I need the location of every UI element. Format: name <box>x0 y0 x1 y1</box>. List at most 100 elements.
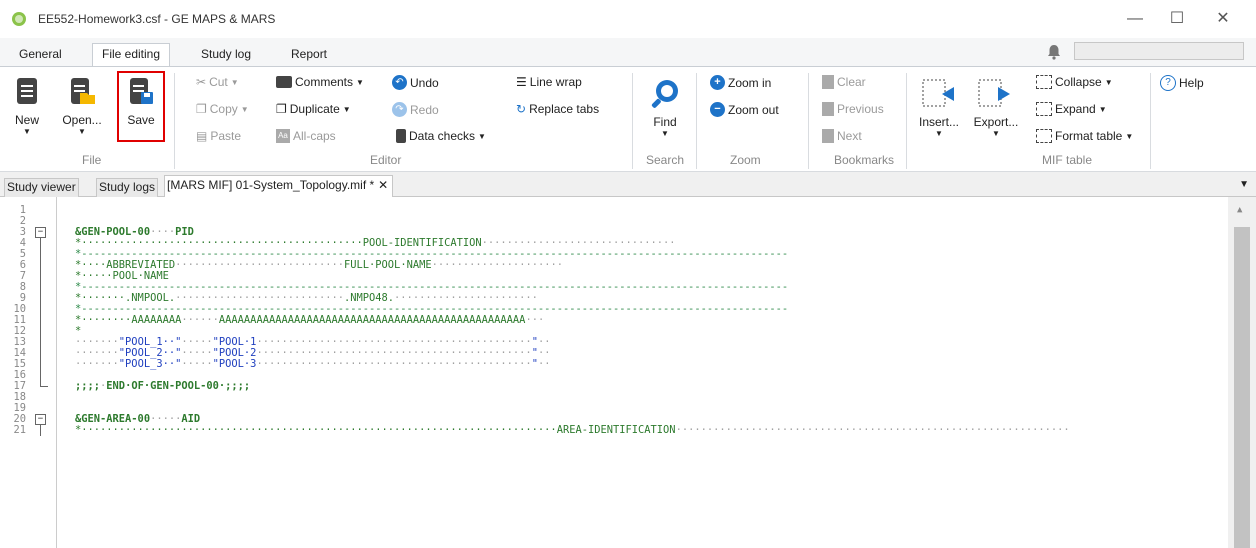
fold-toggle[interactable]: − <box>35 414 46 425</box>
paste-icon: ▤ <box>196 129 208 143</box>
open-button[interactable]: Open... ▼ <box>60 75 104 139</box>
collapse-button[interactable]: Collapse ▼ <box>1036 75 1113 89</box>
redo-icon: ↷ <box>392 102 407 117</box>
insert-table-icon <box>922 79 954 107</box>
replace-tabs-icon: ↻ <box>516 102 527 116</box>
insert-button[interactable]: Insert... ▼ <box>914 75 964 141</box>
chevron-down-icon: ▼ <box>230 77 239 87</box>
zoom-in-button[interactable]: + Zoom in <box>710 75 771 90</box>
chevron-down-icon: ▼ <box>935 129 943 138</box>
redo-button[interactable]: ↷ Redo <box>392 102 439 117</box>
next-bookmark-button[interactable]: Next <box>822 129 862 143</box>
allcaps-icon: Aa <box>276 129 290 143</box>
tab-report[interactable]: Report <box>282 44 336 66</box>
scroll-up-icon[interactable]: ▲ <box>1237 205 1242 215</box>
copy-button[interactable]: ❐ Copy ▼ <box>196 102 249 116</box>
chevron-down-icon: ▼ <box>1125 131 1134 141</box>
export-button[interactable]: Export... ▼ <box>970 75 1022 141</box>
find-button[interactable]: Find ▼ <box>640 75 690 141</box>
zoom-out-icon: − <box>710 102 725 117</box>
undo-icon: ↶ <box>392 75 407 90</box>
group-label-search: Search <box>646 153 685 167</box>
code-line: ;;;;·END·OF·GEN-POOL-00·;;;; <box>75 380 251 392</box>
help-icon: ? <box>1160 75 1176 91</box>
title-bar: EE552-Homework3.csf - GE MAPS & MARS — ☐… <box>0 0 1256 38</box>
cut-button[interactable]: ✂ Cut ▼ <box>196 75 239 89</box>
bookmark-clear-icon <box>822 75 834 89</box>
group-separator <box>1150 73 1151 169</box>
close-button[interactable]: ✕ <box>1212 8 1234 30</box>
new-button[interactable]: New ▼ <box>10 75 44 139</box>
undo-button[interactable]: ↶ Undo <box>392 75 439 90</box>
data-checks-icon <box>396 129 406 143</box>
chevron-down-icon: ▼ <box>23 127 31 136</box>
open-folder-icon <box>71 78 95 104</box>
chevron-down-icon: ▼ <box>478 131 486 141</box>
group-separator <box>632 73 633 169</box>
help-button[interactable]: ? Help <box>1160 75 1204 91</box>
chevron-down-icon: ▼ <box>78 127 86 136</box>
line-wrap-icon: ☰ <box>516 75 527 89</box>
tab-study-viewer[interactable]: Study viewer <box>4 178 79 197</box>
document-tabs: Study viewer Study logs [MARS MIF] 01-Sy… <box>0 172 1256 197</box>
scrollbar-thumb[interactable] <box>1234 227 1250 548</box>
save-highlight-box <box>117 71 165 142</box>
code-line: *·······································… <box>75 424 1070 436</box>
fold-toggle[interactable]: − <box>35 227 46 238</box>
group-label-editor: Editor <box>370 153 402 167</box>
line-number: 21 <box>13 424 26 436</box>
code-line: ·······"POOL_3··"·····"POOL·3···········… <box>75 358 551 370</box>
comment-icon <box>276 76 292 88</box>
export-table-icon <box>978 79 1010 107</box>
tab-study-logs[interactable]: Study logs <box>96 178 159 197</box>
tab-mif-file[interactable]: [MARS MIF] 01-System_Topology.mif * ✕ <box>164 175 394 197</box>
ribbon-tabs: General File editing Study log Report <box>0 38 1256 67</box>
chevron-down-icon: ▼ <box>240 104 249 114</box>
collapse-icon <box>1036 75 1052 89</box>
bookmark-previous-icon <box>822 102 834 116</box>
allcaps-button[interactable]: Aa All-caps <box>276 129 336 143</box>
group-label-file: File <box>82 153 102 167</box>
comments-button[interactable]: Comments ▼ <box>276 75 364 89</box>
chevron-down-icon: ▼ <box>342 104 351 114</box>
code-line: *········AAAAAAAA······AAAAAAAAAAAAAAAAA… <box>75 314 545 326</box>
close-tab-icon[interactable]: ✕ <box>378 176 388 195</box>
data-checks-button[interactable]: Data checks ▼ <box>396 129 486 143</box>
minimize-button[interactable]: — <box>1124 8 1146 30</box>
ribbon-search-input[interactable] <box>1074 42 1244 60</box>
new-file-icon <box>17 78 37 104</box>
expand-button[interactable]: Expand ▼ <box>1036 102 1107 116</box>
tab-study-log[interactable]: Study log <box>192 44 260 66</box>
clear-bookmarks-button[interactable]: Clear <box>822 75 866 89</box>
tab-file-editing[interactable]: File editing <box>92 43 171 67</box>
group-separator <box>808 73 809 169</box>
format-table-button[interactable]: Format table ▼ <box>1036 129 1133 143</box>
duplicate-icon: ❐ <box>276 102 287 116</box>
app-icon <box>12 12 26 26</box>
tab-mif-file-label: [MARS MIF] 01-System_Topology.mif * <box>167 178 375 192</box>
tab-general[interactable]: General <box>10 44 71 66</box>
bookmark-next-icon <box>822 129 834 143</box>
format-table-icon <box>1036 129 1052 143</box>
code-editor[interactable]: 1 2 3 4 5 6 7 8 9 10 11 12 13 14 15 16 1… <box>0 197 1256 548</box>
group-label-zoom: Zoom <box>730 153 761 167</box>
zoom-out-button[interactable]: − Zoom out <box>710 102 779 117</box>
maximize-button[interactable]: ☐ <box>1166 8 1188 30</box>
vertical-scrollbar[interactable]: ▲ <box>1228 197 1256 548</box>
tab-list-icon[interactable]: ▼ <box>1239 179 1249 190</box>
ribbon: New ▼ Open... ▼ Save File ✂ Cut ▼ ❐ Copy ▼ ▤… <box>0 66 1256 172</box>
chevron-down-icon: ▼ <box>992 129 1000 138</box>
group-label-mif-table: MIF table <box>1042 153 1093 167</box>
group-separator <box>906 73 907 169</box>
line-wrap-button[interactable]: ☰ Line wrap <box>516 75 582 89</box>
chevron-down-icon: ▼ <box>1104 77 1113 87</box>
previous-bookmark-button[interactable]: Previous <box>822 102 884 116</box>
replace-tabs-button[interactable]: ↻ Replace tabs <box>516 102 599 116</box>
paste-button[interactable]: ▤ Paste <box>196 129 241 143</box>
scissors-icon: ✂ <box>196 75 207 89</box>
duplicate-button[interactable]: ❐ Duplicate ▼ <box>276 102 351 116</box>
copy-icon: ❐ <box>196 102 207 116</box>
notification-icon[interactable] <box>1044 42 1064 62</box>
window-title: EE552-Homework3.csf - GE MAPS & MARS <box>38 12 276 26</box>
expand-icon <box>1036 102 1052 116</box>
